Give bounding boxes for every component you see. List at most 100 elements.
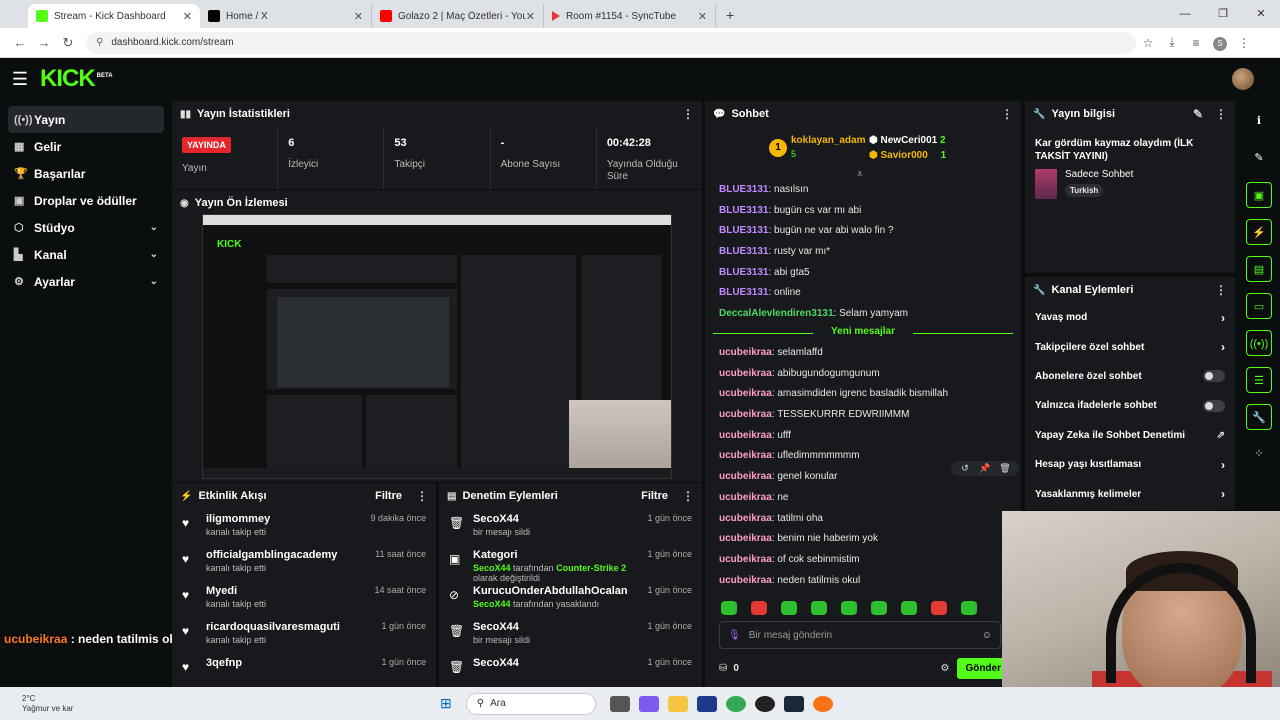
reading-list-icon[interactable]: ≡	[1184, 36, 1208, 50]
url-input[interactable]: ⚲ dashboard.kick.com/stream	[86, 31, 1136, 54]
chat-username[interactable]: ucubeikraa	[719, 388, 772, 399]
filter-button[interactable]: Filtre	[641, 490, 668, 502]
chat-username[interactable]: BLUE3131	[719, 287, 768, 298]
pin-icon[interactable]: 📌	[975, 463, 995, 474]
action-ai-moderation[interactable]: Yapay Zeka ile Sohbet Denetimi ⇗	[1025, 421, 1235, 450]
mod-actor[interactable]: SecoX44	[473, 599, 511, 609]
restore-icon[interactable]: ❐	[1204, 0, 1242, 28]
mod-actor[interactable]: SecoX44	[473, 563, 511, 573]
chat-settings-icon[interactable]: ⚙	[940, 663, 949, 674]
file-explorer-icon[interactable]	[668, 695, 689, 712]
action-followers-only[interactable]: Takipçilere özel sohbet ›	[1025, 332, 1235, 361]
windows-start-icon[interactable]: ⊞	[440, 695, 452, 712]
more-options-icon[interactable]: ⋮	[682, 489, 694, 503]
emote-icon[interactable]	[901, 601, 917, 615]
chat-username[interactable]: BLUE3131	[719, 184, 768, 195]
stream-preview-video[interactable]: KICK	[202, 214, 672, 479]
broadcast-icon[interactable]: ((•))	[1246, 330, 1272, 356]
emote-icon[interactable]	[871, 601, 887, 615]
category-thumbnail[interactable]	[1035, 169, 1057, 199]
minimize-icon[interactable]: —	[1166, 0, 1204, 28]
browser-menu-icon[interactable]: ⋮	[1232, 36, 1256, 50]
weather-widget[interactable]: 2°C Yağmur ve kar	[0, 694, 120, 714]
emote-icon[interactable]	[721, 601, 737, 615]
more-options-icon[interactable]: ⋮	[1215, 283, 1227, 297]
clipboard-icon[interactable]: ▤	[1246, 256, 1272, 282]
action-banned-words[interactable]: Yasaklanmış kelimeler ›	[1025, 479, 1235, 508]
screen-icon[interactable]: ▣	[1246, 182, 1272, 208]
close-tab-icon[interactable]: ✕	[183, 10, 192, 23]
site-info-icon[interactable]: ⚲	[96, 37, 103, 48]
obs-icon[interactable]	[755, 695, 776, 712]
browser-tab-kick[interactable]: Stream - Kick Dashboard ✕	[28, 4, 200, 28]
chat-username[interactable]: DeccalAlevlendiren3131	[719, 308, 834, 319]
emoji-icon[interactable]: ☺	[982, 630, 992, 641]
reload-icon[interactable]: ↻	[56, 35, 80, 51]
edit-icon[interactable]: ✎	[1193, 107, 1203, 121]
chat-username[interactable]: ucubeikraa	[719, 471, 772, 482]
list-icon[interactable]: ☰	[1246, 367, 1272, 393]
chat-username[interactable]: ucubeikraa	[719, 513, 772, 524]
back-icon[interactable]: ←	[8, 35, 32, 50]
mod-user[interactable]: SecoX44	[473, 621, 647, 633]
hamburger-menu-icon[interactable]: ☰	[0, 69, 40, 90]
copilot-icon[interactable]	[639, 695, 660, 712]
leader-third[interactable]: ⬢ Savior000 1	[869, 150, 946, 161]
microphone-icon[interactable]: 🎙	[728, 630, 741, 641]
close-tab-icon[interactable]: ✕	[354, 10, 363, 23]
sidebar-item-achievements[interactable]: 🏆 Başarılar	[8, 160, 164, 187]
steam-icon[interactable]	[784, 695, 805, 712]
chat-username[interactable]: BLUE3131	[719, 246, 768, 257]
browser-tab-x[interactable]: Home / X ✕	[200, 4, 372, 28]
subscribers-only-toggle[interactable]	[1203, 370, 1225, 383]
pencil-icon[interactable]: ✎	[1246, 145, 1272, 171]
mod-user[interactable]: SecoX44	[473, 657, 647, 669]
delete-icon[interactable]: 🗑	[995, 463, 1015, 474]
lightning-icon[interactable]: ⚡	[1246, 219, 1272, 245]
sidebar-item-studio[interactable]: ⬡ Stüdyo ⌄	[8, 214, 164, 241]
sidebar-item-stream[interactable]: ((•)) Yayın	[8, 106, 164, 133]
user-avatar[interactable]	[1232, 68, 1254, 90]
chat-username[interactable]: ucubeikraa	[719, 492, 772, 503]
emotes-only-toggle[interactable]	[1203, 399, 1225, 412]
event-user[interactable]: 3qefnp	[206, 657, 381, 669]
sidebar-item-drops[interactable]: ▣ Droplar ve ödüller	[8, 187, 164, 214]
close-tab-icon[interactable]: ✕	[526, 10, 535, 23]
browser-tab-synctube[interactable]: Room #1154 - SyncTube ✕	[544, 4, 716, 28]
info-icon[interactable]: ℹ	[1246, 108, 1272, 134]
action-slow-mode[interactable]: Yavaş mod ›	[1025, 303, 1235, 332]
more-options-icon[interactable]: ⋮	[682, 107, 694, 121]
emote-icon[interactable]	[781, 601, 797, 615]
new-tab-icon[interactable]: +	[726, 7, 734, 23]
chat-username[interactable]: ucubeikraa	[719, 430, 772, 441]
event-user[interactable]: iligmommey	[206, 513, 370, 525]
chat-username[interactable]: ucubeikraa	[719, 368, 772, 379]
close-window-icon[interactable]: ✕	[1242, 0, 1280, 28]
mod-category[interactable]: Counter-Strike 2	[556, 563, 626, 573]
chat-input[interactable]: 🎙 Bir mesaj gönderin ☺	[719, 621, 1001, 649]
app-icon[interactable]	[813, 695, 834, 712]
sidebar-item-settings[interactable]: ⚙ Ayarlar ⌄	[8, 268, 164, 295]
more-options-icon[interactable]: ⋮	[1215, 107, 1227, 121]
more-options-icon[interactable]: ⋮	[1001, 107, 1013, 121]
reply-icon[interactable]: ↺	[955, 463, 975, 474]
emote-icon[interactable]	[751, 601, 767, 615]
event-user[interactable]: officialgamblingacademy	[206, 549, 375, 561]
taskbar-search[interactable]: ⚲ Ara	[465, 692, 596, 715]
store-icon[interactable]	[697, 695, 718, 712]
mod-user[interactable]: SecoX44	[473, 513, 647, 525]
emote-icon[interactable]	[841, 601, 857, 615]
task-view-icon[interactable]	[610, 695, 631, 712]
chat-username[interactable]: BLUE3131	[719, 267, 768, 278]
more-options-icon[interactable]: ⋮	[416, 489, 428, 503]
points-icon[interactable]: ⛁	[719, 663, 727, 674]
chat-username[interactable]: ucubeikraa	[719, 409, 772, 420]
chat-username[interactable]: ucubeikraa	[719, 554, 772, 565]
wrench-icon[interactable]: 🔧	[1246, 404, 1272, 430]
chat-username[interactable]: ucubeikraa	[719, 450, 772, 461]
expand-leaderboard-icon[interactable]: ⩡	[857, 169, 863, 180]
action-account-age[interactable]: Hesap yaşı kısıtlaması ›	[1025, 450, 1235, 479]
apps-icon[interactable]: ⁘	[1246, 441, 1272, 467]
kick-logo[interactable]: KICK BETA	[40, 65, 113, 93]
emote-icon[interactable]	[961, 601, 977, 615]
